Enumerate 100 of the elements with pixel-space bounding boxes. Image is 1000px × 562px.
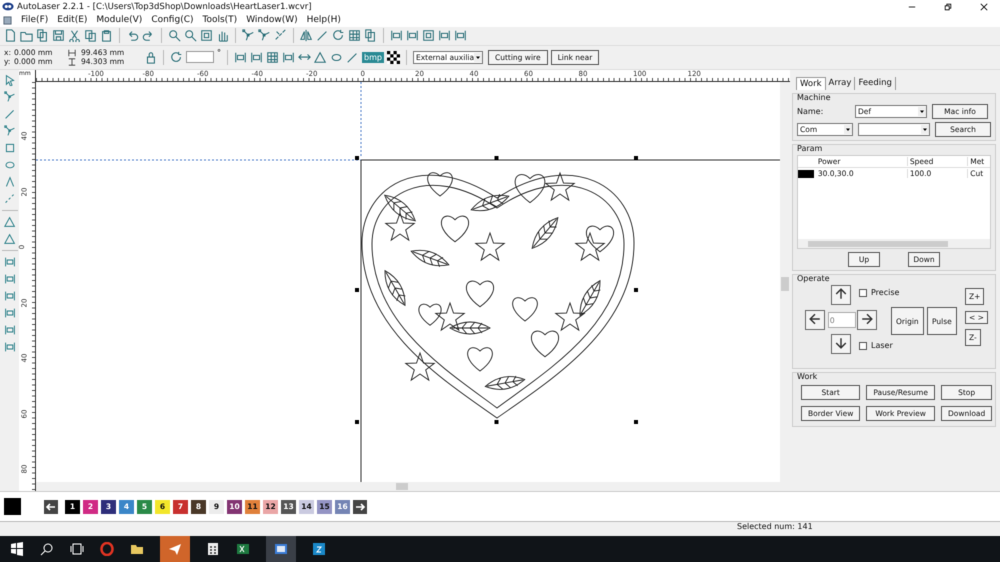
triangle-icon[interactable]	[4, 233, 16, 246]
align-icon[interactable]	[4, 256, 16, 268]
selection-handle[interactable]	[634, 288, 638, 292]
checkbox[interactable]	[859, 288, 867, 297]
redo-icon[interactable]	[142, 29, 155, 42]
ring-icon[interactable]	[100, 542, 114, 556]
dashed-line-icon[interactable]	[4, 193, 16, 206]
peak-icon[interactable]	[4, 176, 16, 188]
menu-item[interactable]: File(F)	[21, 15, 48, 26]
menu-item[interactable]: Help(H)	[306, 15, 341, 26]
paper-plane-icon[interactable]	[168, 542, 182, 556]
port-number-select[interactable]	[858, 123, 930, 136]
rotate-icon[interactable]	[332, 29, 345, 42]
grid-icon[interactable]	[348, 29, 361, 42]
selection-handle[interactable]	[494, 420, 498, 424]
node-edit-icon[interactable]	[258, 29, 271, 42]
panel-tab[interactable]: Work	[796, 77, 826, 90]
node-icon[interactable]	[4, 91, 16, 104]
panel-tab[interactable]: Feeding	[855, 77, 896, 90]
panel-tab[interactable]: Array	[826, 77, 856, 90]
rectangle-icon[interactable]	[4, 142, 16, 154]
folder-icon[interactable]	[20, 29, 33, 42]
align-icon[interactable]	[4, 307, 16, 320]
zoom-out-icon[interactable]	[184, 29, 197, 42]
triangle-icon[interactable]	[314, 50, 327, 64]
horizontal-scrollbar[interactable]	[36, 482, 780, 492]
right-button[interactable]	[857, 310, 877, 330]
align-icon[interactable]	[4, 290, 16, 302]
group-title: Work	[797, 372, 818, 382]
undo-icon[interactable]	[126, 29, 139, 42]
right-arrow-icon	[861, 313, 873, 326]
step-field[interactable]: 0	[828, 312, 856, 328]
window-app-icon[interactable]	[274, 542, 288, 556]
menu-item[interactable]: Tools(T)	[202, 15, 238, 26]
close-icon[interactable]	[980, 2, 988, 11]
windows-start-icon[interactable]	[10, 542, 24, 556]
checkbox-label: Precise	[871, 288, 900, 298]
left-button[interactable]	[805, 310, 825, 330]
spreadsheet-icon[interactable]	[236, 542, 250, 556]
line-icon[interactable]	[4, 108, 16, 120]
node-icon[interactable]	[242, 29, 255, 42]
dropdown-caret-icon[interactable]	[474, 52, 482, 62]
rotate-icon[interactable]	[170, 50, 183, 64]
pages-icon[interactable]	[36, 29, 49, 42]
align-icon[interactable]	[4, 341, 16, 354]
path-icon[interactable]	[274, 29, 287, 42]
menu-item[interactable]: Edit(E)	[57, 15, 88, 26]
align-icon[interactable]	[454, 29, 467, 42]
dropdown-caret-icon[interactable]	[921, 125, 929, 134]
triangle-icon[interactable]	[4, 216, 16, 228]
selection-handle[interactable]	[355, 288, 359, 292]
polyline-icon[interactable]	[4, 125, 16, 138]
align-icon[interactable]	[438, 29, 451, 42]
align-icon[interactable]	[282, 50, 295, 64]
line-icon[interactable]	[316, 29, 329, 42]
menu-item[interactable]: Window(W)	[246, 15, 298, 26]
selection-handle[interactable]	[634, 420, 638, 424]
left-arrow-icon	[809, 313, 821, 326]
align-icon[interactable]	[390, 29, 403, 42]
scissors-icon[interactable]	[68, 29, 81, 42]
checkbox-label: Laser	[871, 341, 893, 350]
rotation-field[interactable]	[186, 51, 214, 64]
group-title: Machine	[797, 93, 830, 102]
document-icon[interactable]	[3, 16, 12, 25]
align-icon[interactable]	[250, 50, 263, 64]
checkerboard-icon[interactable]	[386, 50, 400, 64]
clipboard-icon[interactable]	[100, 29, 113, 42]
dropdown-caret-icon[interactable]	[918, 107, 926, 116]
dropdown-caret-icon[interactable]	[844, 125, 852, 134]
align-icon[interactable]	[234, 50, 247, 64]
restore-icon[interactable]	[944, 2, 952, 11]
align-icon[interactable]	[4, 273, 16, 286]
table-scrollbar[interactable]	[798, 239, 990, 248]
mirror-icon[interactable]	[300, 29, 313, 42]
cursor-icon[interactable]	[4, 74, 16, 86]
bmp-button[interactable]: bmp	[362, 52, 384, 63]
fit-frame-icon[interactable]	[200, 29, 213, 42]
selection-handle[interactable]	[634, 156, 638, 160]
selection-handle[interactable]	[355, 420, 359, 424]
page-icon[interactable]	[4, 29, 17, 42]
app-tile-icon[interactable]	[312, 542, 326, 556]
save-icon[interactable]	[52, 29, 65, 42]
menu-item[interactable]: Module(V)	[96, 15, 142, 26]
grid-icon[interactable]	[266, 50, 279, 64]
task-view-icon[interactable]	[70, 542, 84, 556]
copy-icon[interactable]	[84, 29, 97, 42]
menu-item[interactable]: Config(C)	[151, 15, 194, 26]
line-icon[interactable]	[346, 50, 359, 64]
zoom-in-icon[interactable]	[168, 29, 181, 42]
selection-handle[interactable]	[494, 156, 498, 160]
align-icon[interactable]	[406, 29, 419, 42]
frame-icon[interactable]	[422, 29, 435, 42]
up-button[interactable]	[831, 285, 851, 306]
lock-icon[interactable]	[144, 50, 157, 64]
selection-handle[interactable]	[355, 156, 359, 160]
align-icon[interactable]	[4, 324, 16, 336]
search-icon[interactable]	[40, 542, 54, 556]
down-button[interactable]	[831, 334, 851, 354]
calculator-icon[interactable]	[206, 542, 220, 556]
checkbox[interactable]	[859, 342, 867, 350]
